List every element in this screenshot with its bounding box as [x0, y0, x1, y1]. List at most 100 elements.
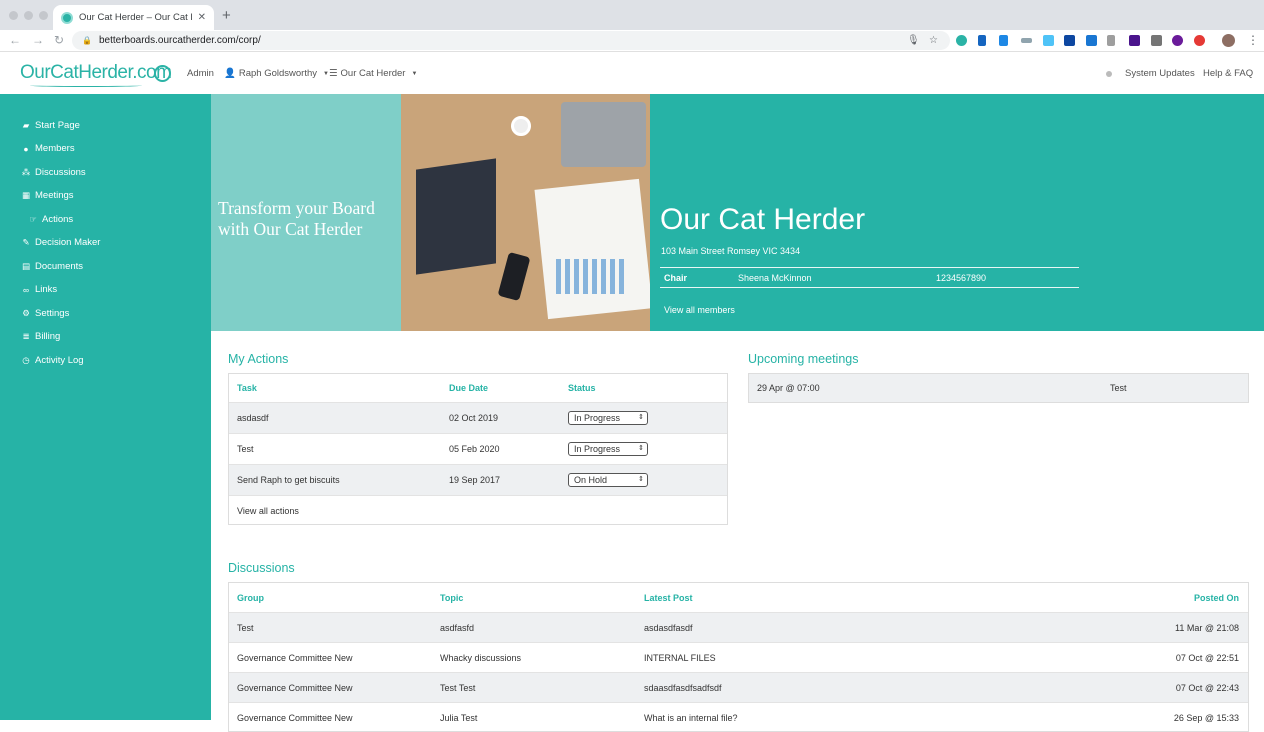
- bookmark-star-icon[interactable]: ☆: [929, 35, 938, 46]
- table-row: asdasdf 02 Oct 2019 In Progress ⇕: [229, 402, 727, 433]
- table-row[interactable]: 29 Apr @ 07:00 Test: [749, 374, 1248, 402]
- column-header[interactable]: Status: [568, 383, 596, 393]
- extension-icon[interactable]: [1064, 35, 1075, 46]
- url-field[interactable]: 🔒 betterboards.ourcatherder.com/corp/ 🎙 …: [72, 31, 950, 50]
- sidebar-item-label: Discussions: [35, 167, 86, 178]
- task-cell[interactable]: asdasdf: [237, 413, 269, 423]
- posted-on-cell: 07 Oct @ 22:43: [1175, 683, 1239, 693]
- table-row[interactable]: Test asdfasfd asdasdfasdf 11 Mar @ 21:08: [229, 612, 1248, 642]
- sidebar-item-activity-log[interactable]: ◷ Activity Log: [21, 355, 83, 366]
- forward-icon[interactable]: →: [32, 33, 44, 47]
- window-minimize-button[interactable]: [24, 11, 33, 20]
- sidebar-item-members[interactable]: ● Members: [21, 143, 75, 154]
- logo-swoosh: [30, 84, 142, 87]
- caret-down-icon: ▼: [411, 70, 418, 77]
- extension-icon[interactable]: [1086, 35, 1097, 46]
- org-menu[interactable]: ☰ Our Cat Herder ▼: [329, 68, 417, 79]
- topic-cell[interactable]: Julia Test: [440, 713, 477, 723]
- window-zoom-button[interactable]: [39, 11, 48, 20]
- status-value: On Hold: [574, 475, 608, 485]
- table-row: Send Raph to get biscuits 19 Sep 2017 On…: [229, 464, 727, 495]
- camera-icon[interactable]: [1151, 35, 1162, 46]
- column-header[interactable]: Posted On: [1194, 593, 1239, 603]
- task-cell[interactable]: Test: [237, 444, 254, 454]
- back-icon[interactable]: ←: [9, 33, 21, 47]
- extension-icon[interactable]: [1194, 35, 1205, 46]
- pencil-icon: ✎: [22, 237, 30, 247]
- logo[interactable]: OurCatHerder.com: [20, 62, 172, 84]
- list-icon: ☰: [329, 68, 338, 79]
- latest-post-cell[interactable]: asdasdfasdf: [644, 623, 693, 633]
- dashboard-icon: ▰: [22, 120, 30, 130]
- extension-icon[interactable]: [978, 35, 986, 46]
- system-updates-link[interactable]: System Updates: [1125, 68, 1195, 79]
- extension-icon[interactable]: [1021, 38, 1032, 43]
- report-paper-photo: [534, 178, 650, 320]
- close-icon[interactable]: ✕: [198, 12, 206, 23]
- table-row[interactable]: Governance Committee New Whacky discussi…: [229, 642, 1248, 672]
- sidebar-item-links[interactable]: ∞ Links: [21, 284, 57, 295]
- task-cell[interactable]: Send Raph to get biscuits: [237, 475, 340, 485]
- column-header[interactable]: Latest Post: [644, 593, 693, 603]
- status-value: In Progress: [574, 444, 621, 454]
- user-menu[interactable]: 👤 Raph Goldsworthy ▼: [224, 68, 329, 79]
- sidebar-item-billing[interactable]: ≣ Billing: [21, 331, 60, 342]
- view-all-members-link[interactable]: View all members: [664, 305, 735, 315]
- extension-icon[interactable]: [1043, 35, 1054, 46]
- sidebar-item-start-page[interactable]: ▰ Start Page: [21, 120, 80, 131]
- profile-avatar[interactable]: [1222, 34, 1235, 47]
- coffee-cup-photo: [511, 116, 531, 136]
- download-icon[interactable]: [1107, 35, 1115, 46]
- table-row[interactable]: Governance Committee New Julia Test What…: [229, 702, 1248, 732]
- status-indicator: [1106, 71, 1112, 77]
- column-header[interactable]: Due Date: [449, 383, 488, 393]
- sidebar-item-settings[interactable]: ⚙ Settings: [21, 308, 69, 319]
- extension-icon[interactable]: [999, 35, 1008, 46]
- topic-cell[interactable]: Test Test: [440, 683, 475, 693]
- gears-icon: ⚙: [22, 308, 30, 318]
- latest-post-cell[interactable]: What is an internal file?: [644, 713, 738, 723]
- sidebar-item-decision-maker[interactable]: ✎ Decision Maker: [21, 237, 100, 248]
- status-select[interactable]: In Progress ⇕: [568, 411, 648, 425]
- sidebar-item-actions[interactable]: ☞ Actions: [28, 214, 73, 225]
- hero-image: Transform your Board with Our Cat Herder: [211, 94, 650, 331]
- laptop-photo: [561, 102, 646, 167]
- column-header[interactable]: Task: [237, 383, 257, 393]
- group-cell: Governance Committee New: [237, 683, 353, 693]
- sidebar-item-label: Settings: [35, 308, 70, 319]
- sidebar-item-label: Documents: [35, 261, 84, 272]
- microphone-icon[interactable]: 🎙: [907, 35, 920, 46]
- latest-post-cell[interactable]: INTERNAL FILES: [644, 653, 716, 663]
- sidebar-item-discussions[interactable]: ⁂ Discussions: [21, 167, 86, 178]
- reload-icon[interactable]: ↻: [54, 33, 64, 47]
- view-all-actions-link[interactable]: View all actions: [237, 506, 299, 516]
- extension-icon[interactable]: [956, 35, 967, 46]
- column-header[interactable]: Topic: [440, 593, 463, 603]
- meeting-datetime[interactable]: 29 Apr @ 07:00: [757, 383, 820, 393]
- extension-icon[interactable]: [1129, 35, 1140, 46]
- help-label: Help & FAQ: [1203, 68, 1254, 79]
- posted-on-cell: 26 Sep @ 15:33: [1173, 713, 1239, 723]
- window-close-button[interactable]: [9, 11, 18, 20]
- extension-icon[interactable]: [1172, 35, 1183, 46]
- sidebar-item-label: Links: [35, 284, 58, 295]
- table-row[interactable]: Governance Committee New Test Test sdaas…: [229, 672, 1248, 702]
- discussions-table: Group Topic Latest Post Posted On Test a…: [228, 582, 1249, 732]
- status-select[interactable]: On Hold ⇕: [568, 473, 648, 487]
- sidebar-item-label: Members: [35, 143, 75, 154]
- topic-cell[interactable]: asdfasfd: [440, 623, 474, 633]
- column-header[interactable]: Group: [237, 593, 264, 603]
- topic-cell[interactable]: Whacky discussions: [440, 653, 521, 663]
- sidebar-item-meetings[interactable]: ▦ Meetings: [21, 190, 74, 201]
- help-link[interactable]: Help & FAQ: [1203, 68, 1253, 79]
- browser-menu-icon[interactable]: ⋮: [1247, 33, 1259, 47]
- select-arrows-icon: ⇕: [638, 414, 644, 421]
- browser-tab[interactable]: Our Cat Herder – Our Cat Herd ✕: [53, 5, 214, 30]
- meeting-name[interactable]: Test: [1110, 383, 1127, 393]
- admin-link[interactable]: Admin: [187, 68, 214, 79]
- status-select[interactable]: In Progress ⇕: [568, 442, 648, 456]
- new-tab-button[interactable]: +: [222, 7, 231, 24]
- hand-point-icon: ☞: [29, 214, 37, 224]
- latest-post-cell[interactable]: sdaasdfasdfsadfsdf: [644, 683, 722, 693]
- sidebar-item-documents[interactable]: ▤ Documents: [21, 261, 83, 272]
